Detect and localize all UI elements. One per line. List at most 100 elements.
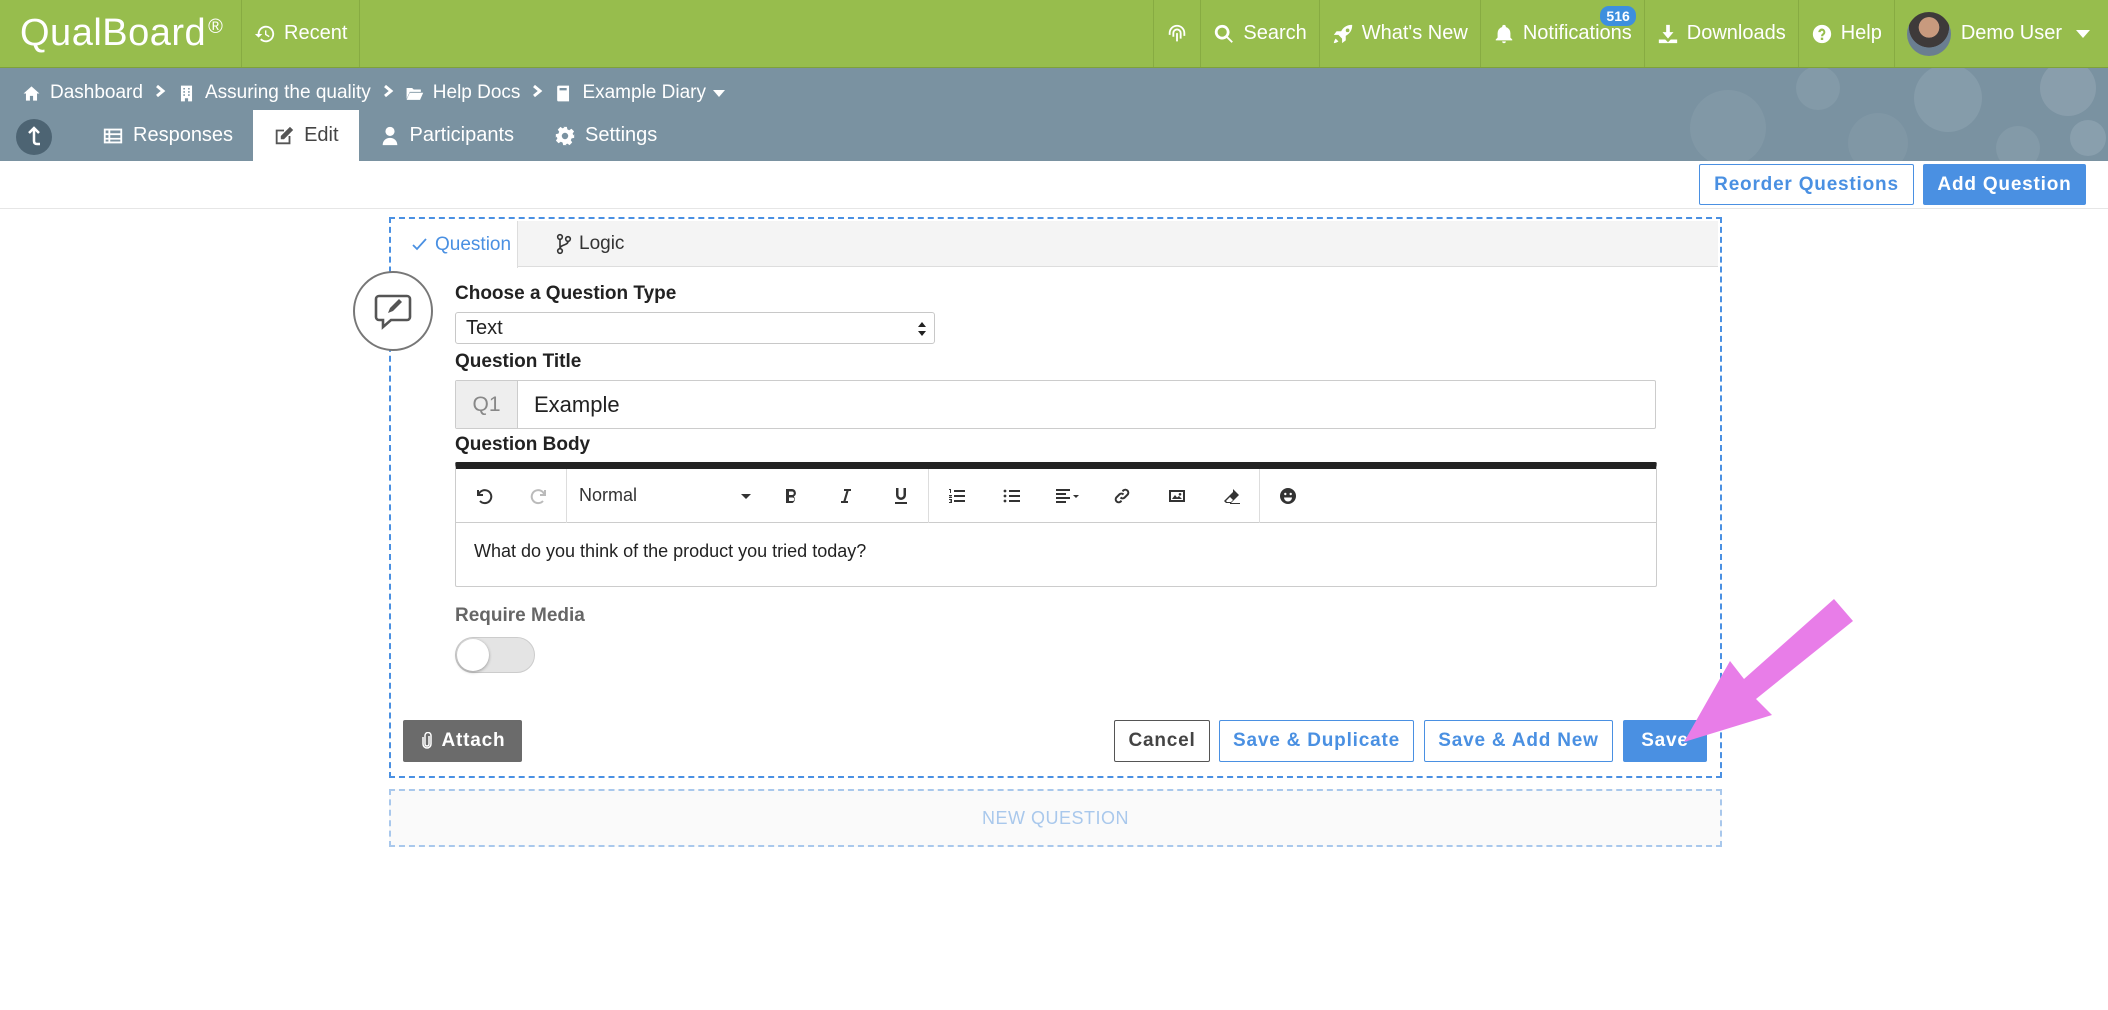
avatar	[1906, 11, 1951, 56]
italic-button[interactable]	[818, 469, 873, 523]
question-body-input[interactable]: What do you think of the product you tri…	[456, 523, 1656, 580]
question-body-label: Question Body	[455, 434, 591, 455]
tab-participants[interactable]: Participants	[359, 110, 535, 161]
clear-format-button[interactable]	[1204, 469, 1259, 523]
caret-down-icon	[712, 89, 725, 97]
breadcrumb-example-diary[interactable]: Example Diary	[554, 82, 725, 104]
back-button[interactable]	[16, 119, 52, 155]
help-label: Help	[1840, 22, 1882, 44]
edit-icon	[275, 126, 294, 144]
link-button[interactable]	[1094, 469, 1149, 523]
save-duplicate-button[interactable]: Save & Duplicate	[1219, 720, 1414, 762]
underline-button[interactable]	[873, 469, 928, 523]
bullet-list-icon	[1003, 489, 1020, 502]
project-header: Dashboard Assuring the quality Help Docs…	[0, 68, 2108, 161]
question-editor-card: Question Logic Choose a Question Type Te…	[353, 217, 1722, 778]
cancel-button[interactable]: Cancel	[1114, 720, 1210, 762]
question-type-label: Choose a Question Type	[455, 283, 677, 304]
help-button[interactable]: Help	[1799, 0, 1895, 67]
link-icon	[1114, 488, 1129, 503]
tab-settings[interactable]: Settings	[534, 110, 677, 161]
ordered-list-button[interactable]	[929, 469, 984, 523]
folder-open-icon	[406, 87, 423, 100]
question-type-badge	[353, 271, 433, 351]
breadcrumb-label: Help Docs	[432, 82, 521, 103]
breadcrumb-dashboard[interactable]: Dashboard	[22, 82, 143, 104]
history-icon	[254, 25, 275, 42]
align-dropdown-button[interactable]	[1039, 469, 1094, 523]
chevron-right-icon	[153, 82, 167, 104]
fingerprint-button[interactable]	[1153, 0, 1202, 67]
book-icon	[557, 85, 570, 101]
redo-button[interactable]	[511, 469, 566, 523]
new-question-placeholder[interactable]: NEW QUESTION	[389, 789, 1722, 847]
save-add-new-button[interactable]: Save & Add New	[1424, 720, 1613, 762]
ordered-list-icon	[948, 488, 965, 503]
reorder-questions-button[interactable]: Reorder Questions	[1699, 164, 1914, 205]
smile-icon	[1279, 487, 1296, 504]
gear-icon	[555, 126, 575, 145]
text-format-value: Normal	[579, 485, 638, 505]
check-icon	[412, 237, 427, 250]
recent-button[interactable]: Recent	[242, 0, 361, 67]
undo-button[interactable]	[456, 469, 511, 523]
add-question-button[interactable]: Add Question	[1923, 164, 2086, 205]
tab-question[interactable]: Question	[393, 221, 518, 268]
image-button[interactable]	[1149, 469, 1204, 523]
question-title-input[interactable]: Example	[518, 381, 1655, 428]
tab-label: Edit	[304, 124, 339, 146]
bold-button[interactable]	[763, 469, 818, 523]
toggle-knob	[457, 639, 489, 671]
level-up-icon	[28, 126, 40, 146]
chevron-right-icon	[381, 82, 395, 104]
user-menu[interactable]: Demo User	[1895, 0, 2108, 67]
italic-icon	[840, 488, 851, 503]
notifications-button[interactable]: Notifications 516	[1481, 0, 1645, 67]
bullet-list-button[interactable]	[984, 469, 1039, 523]
qualboard-logo[interactable]: QualBoard ®	[0, 0, 242, 67]
user-name: Demo User	[1960, 22, 2062, 44]
tab-label: Participants	[409, 124, 515, 146]
comment-edit-icon	[374, 294, 412, 330]
logo-registered-mark: ®	[208, 16, 224, 38]
question-circle-icon	[1812, 24, 1831, 43]
breadcrumb-label: Example Diary	[582, 82, 706, 103]
breadcrumb-help-docs[interactable]: Help Docs	[405, 82, 521, 104]
tab-edit[interactable]: Edit	[253, 110, 359, 161]
search-button[interactable]: Search	[1201, 0, 1320, 67]
downloads-button[interactable]: Downloads	[1645, 0, 1799, 67]
tab-logic[interactable]: Logic	[555, 221, 624, 267]
text-format-dropdown[interactable]: Normal	[567, 469, 763, 523]
recent-label: Recent	[284, 22, 348, 44]
question-type-value: Text	[466, 316, 503, 339]
question-type-select[interactable]: Text	[455, 312, 935, 344]
chevron-right-icon	[530, 82, 544, 104]
breadcrumb-assuring-quality[interactable]: Assuring the quality	[177, 82, 371, 104]
code-branch-icon	[556, 233, 572, 255]
breadcrumb-label: Assuring the quality	[204, 82, 371, 103]
require-media-toggle[interactable]	[455, 637, 535, 673]
tab-responses[interactable]: Responses	[82, 110, 253, 161]
top-navbar: QualBoard ® Recent Search What's New Noti…	[0, 0, 2108, 68]
list-icon	[103, 128, 123, 143]
download-icon	[1658, 24, 1677, 43]
whats-new-button[interactable]: What's New	[1320, 0, 1481, 67]
fingerprint-icon	[1169, 24, 1186, 41]
action-bar: Reorder Questions Add Question	[0, 161, 2108, 209]
bell-icon	[1495, 24, 1513, 43]
rich-text-editor: Normal What do you think of the product …	[455, 462, 1657, 587]
bold-icon	[785, 488, 796, 503]
question-title-field[interactable]: Q1 Example	[455, 380, 1656, 429]
align-left-icon	[1055, 488, 1079, 503]
caret-down-icon	[2076, 29, 2090, 38]
undo-icon	[476, 488, 492, 504]
eraser-icon	[1223, 488, 1240, 504]
new-question-label: NEW QUESTION	[981, 807, 1129, 828]
require-media-label: Require Media	[455, 605, 585, 626]
search-icon	[1215, 24, 1234, 43]
emoji-button[interactable]	[1260, 469, 1315, 523]
question-card-tabs: Question Logic	[393, 221, 1718, 268]
breadcrumb: Dashboard Assuring the quality Help Docs…	[22, 76, 725, 110]
attach-button[interactable]: Attach	[403, 720, 522, 762]
tab-label: Responses	[133, 124, 234, 146]
